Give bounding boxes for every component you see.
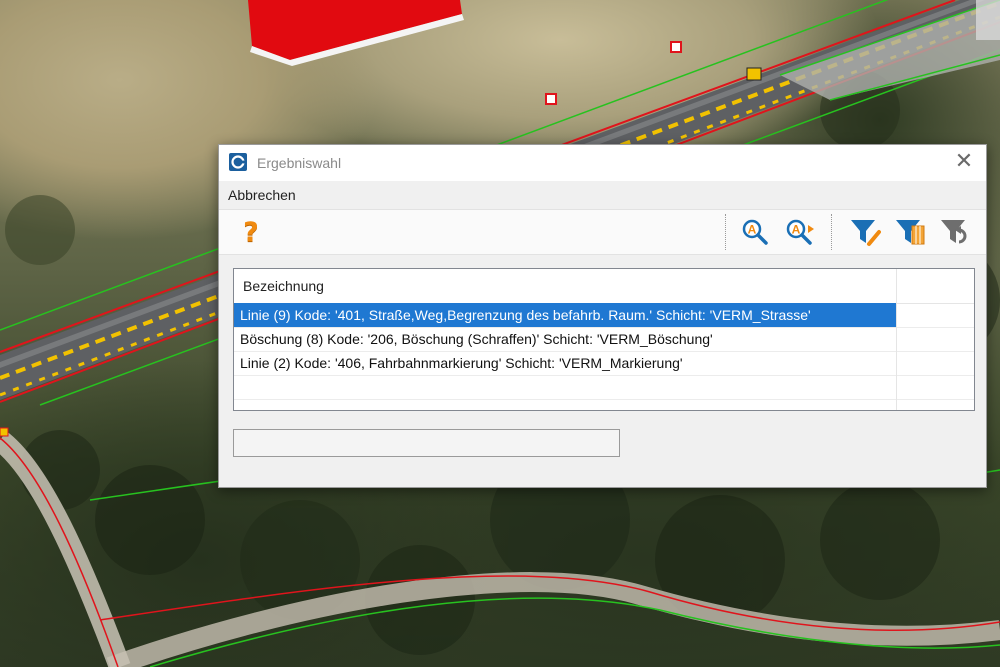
list-item-label: Linie (9) Kode: '401, Straße,Weg,Begrenz… bbox=[240, 307, 811, 323]
list-item[interactable]: Linie (2) Kode: '406, Fahrbahnmarkierung… bbox=[234, 351, 896, 376]
list-item-extra-cell bbox=[897, 303, 974, 328]
list-item-extra-cell bbox=[897, 327, 974, 352]
result-selection-dialog: Ergebniswahl ✕ Abbrechen ? A A Bezeichnu… bbox=[218, 144, 987, 488]
menubar: Abbrechen bbox=[219, 183, 986, 207]
dialog-title: Ergebniswahl bbox=[257, 155, 342, 171]
help-icon: ? bbox=[243, 216, 259, 248]
zoom-next-icon: A bbox=[786, 219, 814, 245]
filter-reset-icon bbox=[941, 220, 967, 244]
list-item[interactable]: Böschung (8) Kode: '206, Böschung (Schra… bbox=[234, 327, 896, 352]
status-field bbox=[233, 429, 620, 457]
toolbar-separator bbox=[725, 214, 726, 250]
cancel-menu-item[interactable]: Abbrechen bbox=[228, 187, 296, 203]
filter-table-icon bbox=[896, 220, 925, 245]
list-item-extra-cell bbox=[897, 375, 974, 400]
filter-edit-button[interactable] bbox=[847, 214, 883, 250]
svg-text:A: A bbox=[748, 223, 757, 237]
zoom-next-button[interactable]: A bbox=[782, 214, 818, 250]
app-logo-icon bbox=[229, 153, 247, 171]
result-list[interactable]: Bezeichnung Linie (9) Kode: '401, Straße… bbox=[233, 268, 975, 411]
help-button[interactable]: ? bbox=[233, 214, 269, 250]
filter-table-button[interactable] bbox=[892, 214, 928, 250]
zoom-to-object-icon: A bbox=[742, 219, 768, 245]
zoom-to-object-button[interactable]: A bbox=[737, 214, 773, 250]
list-item-extra-cell bbox=[897, 351, 974, 376]
dialog-titlebar[interactable]: Ergebniswahl ✕ bbox=[219, 145, 986, 181]
toolbar-separator bbox=[831, 214, 832, 250]
list-header: Bezeichnung bbox=[234, 269, 974, 304]
toolbar: ? A A bbox=[219, 209, 986, 255]
list-item[interactable]: Linie (9) Kode: '401, Straße,Weg,Begrenz… bbox=[234, 303, 896, 328]
list-empty-row bbox=[234, 375, 896, 400]
svg-text:A: A bbox=[792, 223, 801, 237]
filter-edit-icon bbox=[851, 220, 881, 246]
close-icon[interactable]: ✕ bbox=[952, 150, 976, 173]
list-item-label: Böschung (8) Kode: '206, Böschung (Schra… bbox=[240, 331, 713, 347]
filter-reset-button[interactable] bbox=[937, 214, 973, 250]
column-header-bezeichnung[interactable]: Bezeichnung bbox=[243, 278, 324, 294]
list-item-label: Linie (2) Kode: '406, Fahrbahnmarkierung… bbox=[240, 355, 683, 371]
